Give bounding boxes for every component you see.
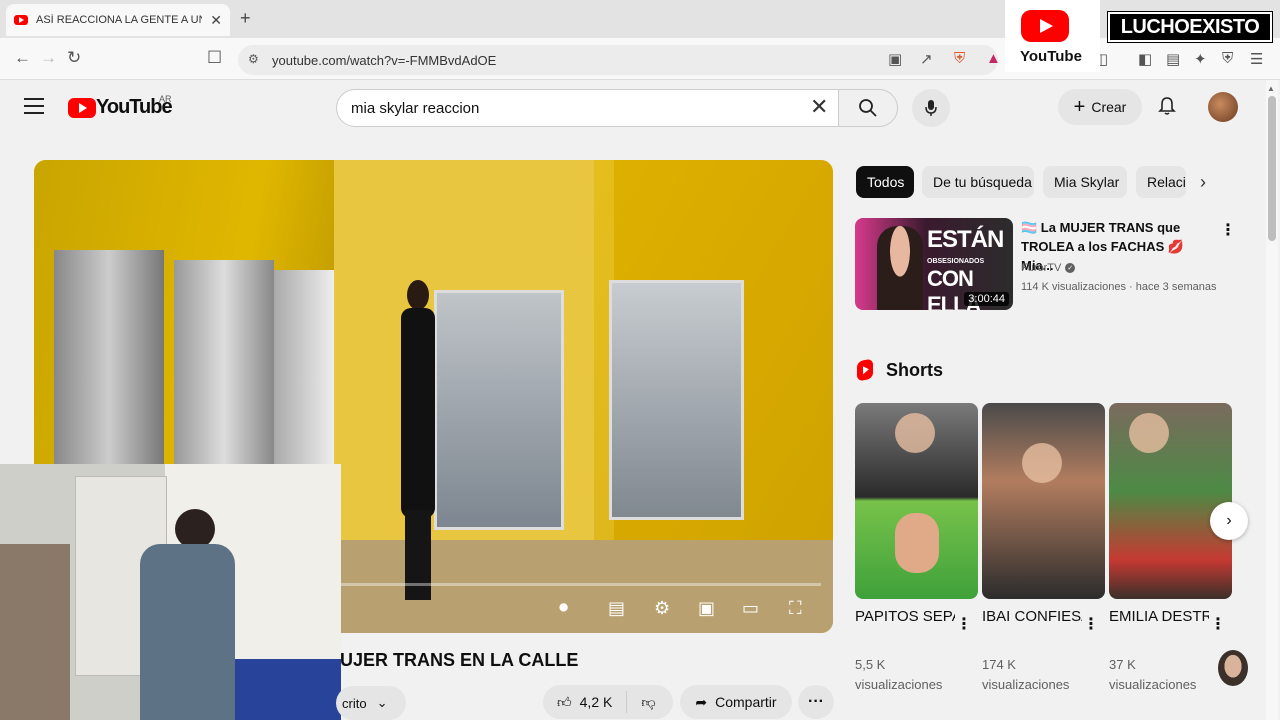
bell-icon[interactable] (1158, 96, 1176, 121)
youtube-play-icon (1021, 10, 1069, 42)
vending-machine (434, 290, 564, 530)
short-views: 5,5 K visualizaciones (855, 657, 943, 692)
like-count: 4,2 K (579, 694, 613, 710)
bookmark-icon[interactable]: ☐ (207, 48, 222, 68)
clear-search-icon[interactable]: ✕ (810, 94, 828, 120)
thumbs-up-icon: 👍︎ (557, 693, 572, 710)
kebab-menu-icon[interactable]: ⋮ (1083, 614, 1099, 634)
sidebar-toggle-icon[interactable]: ◧ (1138, 50, 1152, 68)
short-thumbnail[interactable] (855, 403, 978, 599)
subtitles-icon[interactable]: ▤ (608, 598, 625, 619)
share-label: Compartir (715, 694, 777, 710)
kebab-menu-icon[interactable]: ⋮ (956, 614, 972, 634)
kebab-menu-icon[interactable]: ⋮ (1220, 220, 1236, 240)
hamburger-menu-icon[interactable] (24, 98, 44, 119)
voice-search-button[interactable] (912, 89, 950, 127)
scrollbar-thumb[interactable] (1268, 96, 1276, 241)
subscribe-label: crito (342, 695, 367, 711)
new-tab-button[interactable]: + (240, 8, 251, 29)
chip-mia-skylar[interactable]: Mia Skylar (1043, 166, 1127, 198)
thumb-text: ESTÁN (927, 226, 1004, 253)
search-input[interactable]: mia skylar reaccion (336, 89, 844, 127)
share-arrow-icon: ➦ (695, 693, 708, 710)
short-title[interactable]: EMILIA DESTROZÓ... (1109, 606, 1209, 627)
brave-shield-icon[interactable]: ⛨ (954, 50, 965, 67)
corner-face-overlay (1218, 650, 1248, 686)
kebab-menu-icon[interactable]: ⋮ (1210, 614, 1226, 634)
short-title[interactable]: IBAI CONFIESA ... (982, 606, 1082, 627)
mic-icon (925, 100, 937, 116)
subscribe-button[interactable]: crito ⌄ (336, 686, 406, 720)
tab-title: ASÍ REACCIONA LA GENTE A UNA (36, 14, 203, 26)
shorts-icon (857, 358, 873, 382)
recommended-thumbnail[interactable]: ESTÁN OBSESIONADOS CON ELLA 3:00:44 (855, 218, 1013, 310)
browser-menu-icon[interactable]: ☰ (1250, 50, 1263, 68)
search-button[interactable] (838, 89, 898, 127)
account-avatar[interactable] (1208, 92, 1238, 122)
chip-relacionado[interactable]: Relaci (1136, 166, 1186, 198)
duration-badge: 3:00:44 (964, 292, 1009, 306)
share-page-icon[interactable]: ↗ (920, 50, 933, 68)
dislike-button[interactable]: 👎︎ (627, 694, 669, 711)
like-dislike-bar: 👍︎ 4,2 K 👎︎ (543, 685, 673, 719)
facecam-overlay (0, 464, 341, 720)
vpn-shield-icon[interactable]: ⛨ (1222, 50, 1233, 67)
scroll-up-arrow-icon[interactable]: ▲ (1267, 84, 1275, 93)
create-button[interactable]: + Crear (1058, 89, 1142, 125)
plus-icon: + (1073, 95, 1086, 118)
streamer-person (130, 509, 240, 720)
recommended-channel[interactable]: FurorTV ✓ (1021, 262, 1076, 274)
chip-todos[interactable]: Todos (856, 166, 914, 198)
fullscreen-icon[interactable]: ⛶ (789, 598, 802, 619)
ai-sparkle-icon[interactable]: ✦ (1194, 50, 1207, 68)
back-icon[interactable]: ← (14, 48, 31, 68)
short-thumbnail[interactable] (982, 403, 1105, 599)
url-field[interactable]: youtube.com/watch?v=-FMMBvdAdOE (238, 45, 998, 75)
short-title[interactable]: PAPITOS SEPARADO... (855, 606, 955, 627)
country-code: AR (159, 94, 172, 104)
youtube-logo-icon[interactable] (68, 98, 96, 118)
recommended-meta: 114 K visualizaciones · hace 3 semanas (1021, 281, 1217, 293)
reload-icon[interactable]: ↻ (67, 48, 81, 68)
tab-close-icon[interactable]: ✕ (210, 12, 222, 29)
thumbs-down-icon: 👎︎ (641, 693, 656, 710)
forward-icon[interactable]: → (40, 48, 57, 68)
site-settings-icon[interactable]: ⚙ (248, 52, 259, 66)
like-button[interactable]: 👍︎ 4,2 K (543, 691, 628, 713)
autoplay-toggle-icon[interactable]: ⚫ (556, 598, 571, 619)
verified-check-icon: ✓ (1065, 263, 1076, 273)
short-thumbnail[interactable] (1109, 403, 1232, 599)
wallet-icon[interactable]: ▤ (1166, 50, 1180, 68)
chip-de-tu-busqueda[interactable]: De tu búsqueda (922, 166, 1034, 198)
browser-tab[interactable]: ASÍ REACCIONA LA GENTE A UNA ✕ (6, 4, 230, 36)
short-views: 174 K visualizaciones (982, 657, 1070, 692)
chevron-down-icon: ⌄ (376, 695, 388, 710)
shorts-heading: Shorts (886, 360, 944, 380)
cast-icon[interactable]: ▣ (888, 50, 902, 68)
search-icon (859, 99, 877, 117)
video-person (389, 280, 444, 600)
more-actions-button[interactable]: ··· (798, 685, 834, 719)
miniplayer-icon[interactable]: ▣ (698, 598, 715, 619)
video-title: UJER TRANS EN LA CALLE (340, 650, 579, 670)
share-button[interactable]: ➦ Compartir (680, 685, 792, 719)
shorts-next-button[interactable]: › (1210, 502, 1248, 540)
vending-machine (609, 280, 744, 520)
youtube-overlay-logo: YouTube (1005, 0, 1100, 72)
youtube-overlay-label: YouTube (1020, 48, 1082, 65)
channel-name: FurorTV (1021, 262, 1062, 274)
chevron-right-icon[interactable]: › (1200, 172, 1206, 193)
short-views: 37 K visualizaciones (1109, 657, 1197, 692)
streamer-tag: LUCHOEXISTO (1107, 11, 1273, 43)
create-label: Crear (1091, 99, 1127, 115)
settings-gear-icon[interactable]: ⚙ (654, 598, 670, 619)
youtube-favicon-icon (14, 15, 28, 25)
thumb-text: OBSESIONADOS (927, 258, 985, 265)
rewards-triangle-icon[interactable]: ▲ (986, 50, 1001, 67)
theater-mode-icon[interactable]: ▭ (742, 598, 759, 619)
